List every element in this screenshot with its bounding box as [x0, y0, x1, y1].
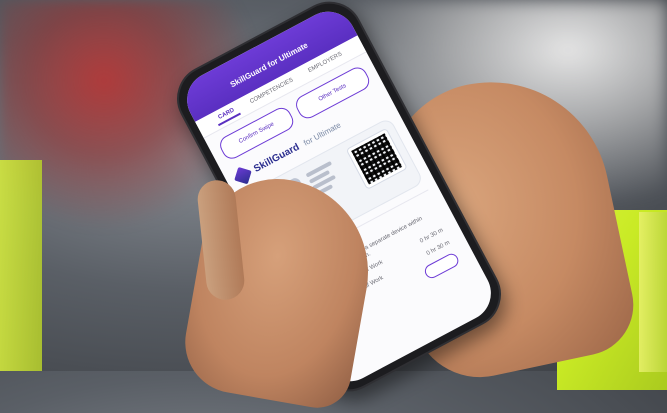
brand-logo-icon	[234, 166, 252, 185]
hi-vis-left-edge	[0, 160, 42, 371]
qr-code-icon	[345, 127, 408, 190]
hi-vis-stripe	[639, 212, 667, 372]
